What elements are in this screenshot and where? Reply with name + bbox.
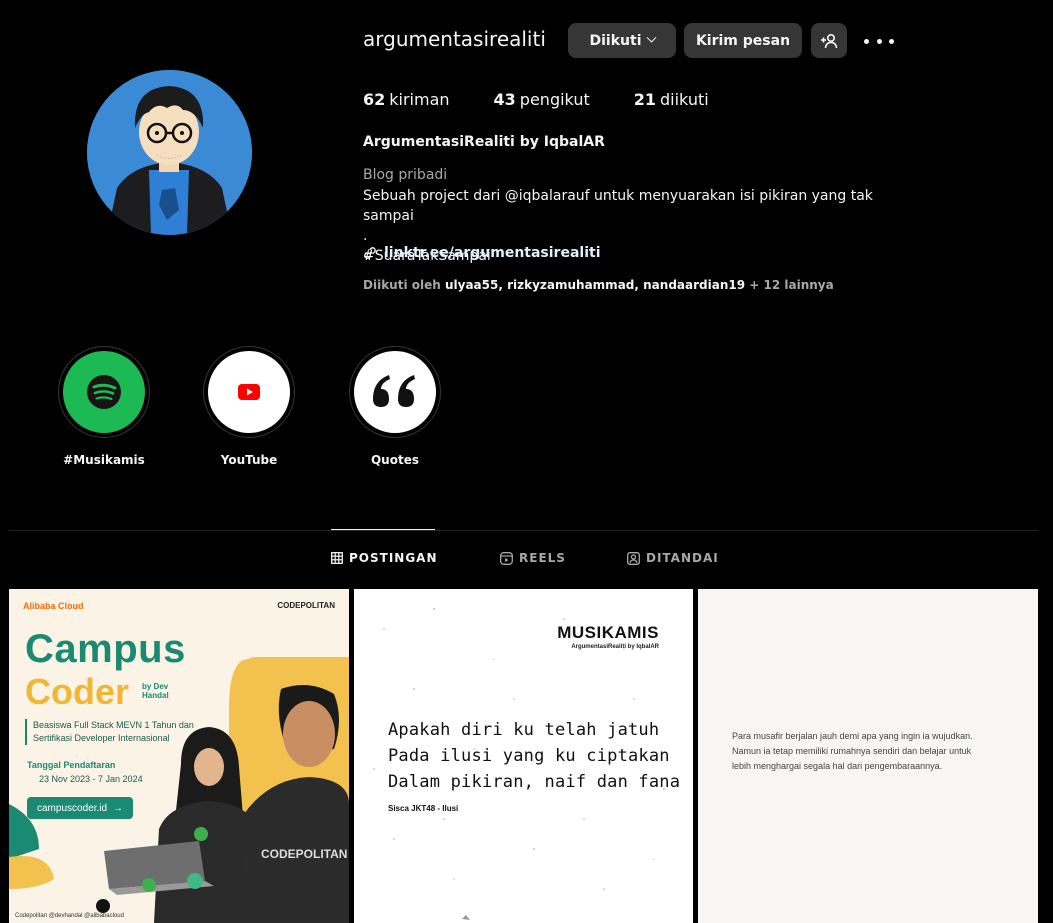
profile-full-name: ArgumentasiRealiti by IqbalAR bbox=[363, 134, 605, 150]
post-thumbnail[interactable]: MUSIKAMIS ArgumentasiRealiti by IqbalAR … bbox=[354, 589, 693, 923]
suggest-users-button[interactable] bbox=[811, 23, 847, 58]
followed-by-text[interactable]: Diikuti oleh ulyaa55, rizkyzamuhammad, n… bbox=[363, 278, 834, 292]
codepolitan-logo: CODEPOLITAN bbox=[277, 601, 335, 610]
chevron-down-icon bbox=[646, 32, 656, 43]
post-date-label: Tanggal Pendaftaran bbox=[27, 760, 116, 770]
avatar-illustration bbox=[87, 70, 252, 235]
spotify-icon bbox=[63, 351, 145, 433]
shirt-print: CODEPOLITAN bbox=[261, 847, 348, 861]
post-byline: by Dev Handal bbox=[142, 682, 169, 700]
profile-avatar[interactable] bbox=[87, 70, 252, 235]
highlight-musikamis[interactable]: #Musikamis bbox=[58, 346, 150, 467]
post-date-range: 23 Nov 2023 - 7 Jan 2024 bbox=[39, 774, 143, 784]
following-button-label: Diikuti bbox=[589, 32, 642, 49]
post-title-line1: Campus bbox=[25, 627, 186, 671]
follower-name: nandaardian19 bbox=[643, 278, 746, 292]
post-subtitle: ArgumentasiRealiti by IqbalAR bbox=[571, 644, 659, 650]
add-user-icon bbox=[821, 33, 838, 48]
post-thumbnail[interactable]: Para musafir berjalan jauh demi apa yang… bbox=[698, 589, 1038, 923]
posts-count: 62 kiriman bbox=[363, 90, 450, 109]
more-options-icon[interactable] bbox=[864, 30, 894, 52]
profile-username: argumentasirealiti bbox=[363, 27, 546, 51]
post-description: Beasiswa Full Stack MEVN 1 Tahun dan Ser… bbox=[25, 719, 205, 745]
follower-name: ulyaa55 bbox=[444, 278, 499, 292]
alibaba-cloud-logo: Alibaba Cloud bbox=[23, 601, 84, 611]
following-count[interactable]: 21 diikuti bbox=[634, 90, 709, 109]
post-credit: Sisca JKT48 - Ilusi bbox=[388, 804, 459, 813]
profile-stats: 62 kiriman 43 pengikut 21 diikuti bbox=[363, 90, 753, 109]
highlight-label: Quotes bbox=[370, 453, 419, 467]
highlight-youtube[interactable]: YouTube bbox=[203, 346, 295, 467]
post-title-line2: Coder bbox=[25, 671, 130, 712]
following-button[interactable]: Diikuti bbox=[568, 23, 676, 58]
reels-icon bbox=[500, 551, 513, 565]
highlight-label: YouTube bbox=[220, 453, 278, 467]
link-icon bbox=[364, 247, 376, 259]
post-url-badge: campuscoder.id → bbox=[27, 797, 134, 819]
highlight-quotes[interactable]: Quotes bbox=[349, 346, 441, 467]
youtube-icon bbox=[208, 351, 290, 433]
grid-icon bbox=[331, 552, 343, 564]
tab-label: DITANDAI bbox=[646, 551, 719, 565]
tabs-divider bbox=[9, 530, 1038, 531]
post-text: Para musafir berjalan jauh demi apa yang… bbox=[732, 731, 973, 771]
highlight-label: #Musikamis bbox=[63, 453, 145, 467]
tab-label: REELS bbox=[519, 551, 566, 565]
active-tab-indicator bbox=[331, 529, 435, 530]
profile-link[interactable]: linktr.ee/argumentasirealiti bbox=[363, 245, 601, 261]
send-message-button[interactable]: Kirim pesan bbox=[684, 23, 802, 58]
followers-count[interactable]: 43 pengikut bbox=[494, 90, 590, 109]
profile-link-text: linktr.ee/argumentasirealiti bbox=[384, 245, 601, 261]
tab-tagged[interactable]: DITANDAI bbox=[627, 551, 719, 565]
tagged-icon bbox=[627, 551, 640, 565]
post-lyrics: Apakah diri ku telah jatuh Pada ilusi ya… bbox=[388, 720, 681, 792]
follower-name: rizkyzamuhammad bbox=[507, 278, 635, 292]
profile-category: Blog pribadi bbox=[363, 167, 448, 183]
tab-label: POSTINGAN bbox=[349, 551, 438, 565]
tab-posts[interactable]: POSTINGAN bbox=[331, 551, 438, 565]
post-footer: Codepolitan @devhandal @alibabacloud bbox=[15, 913, 124, 919]
tab-reels[interactable]: REELS bbox=[500, 551, 566, 565]
post-thumbnail[interactable]: Alibaba Cloud CODEPOLITAN Campus Coder b… bbox=[9, 589, 349, 923]
quote-icon bbox=[354, 351, 436, 433]
post-title: MUSIKAMIS bbox=[557, 623, 659, 642]
